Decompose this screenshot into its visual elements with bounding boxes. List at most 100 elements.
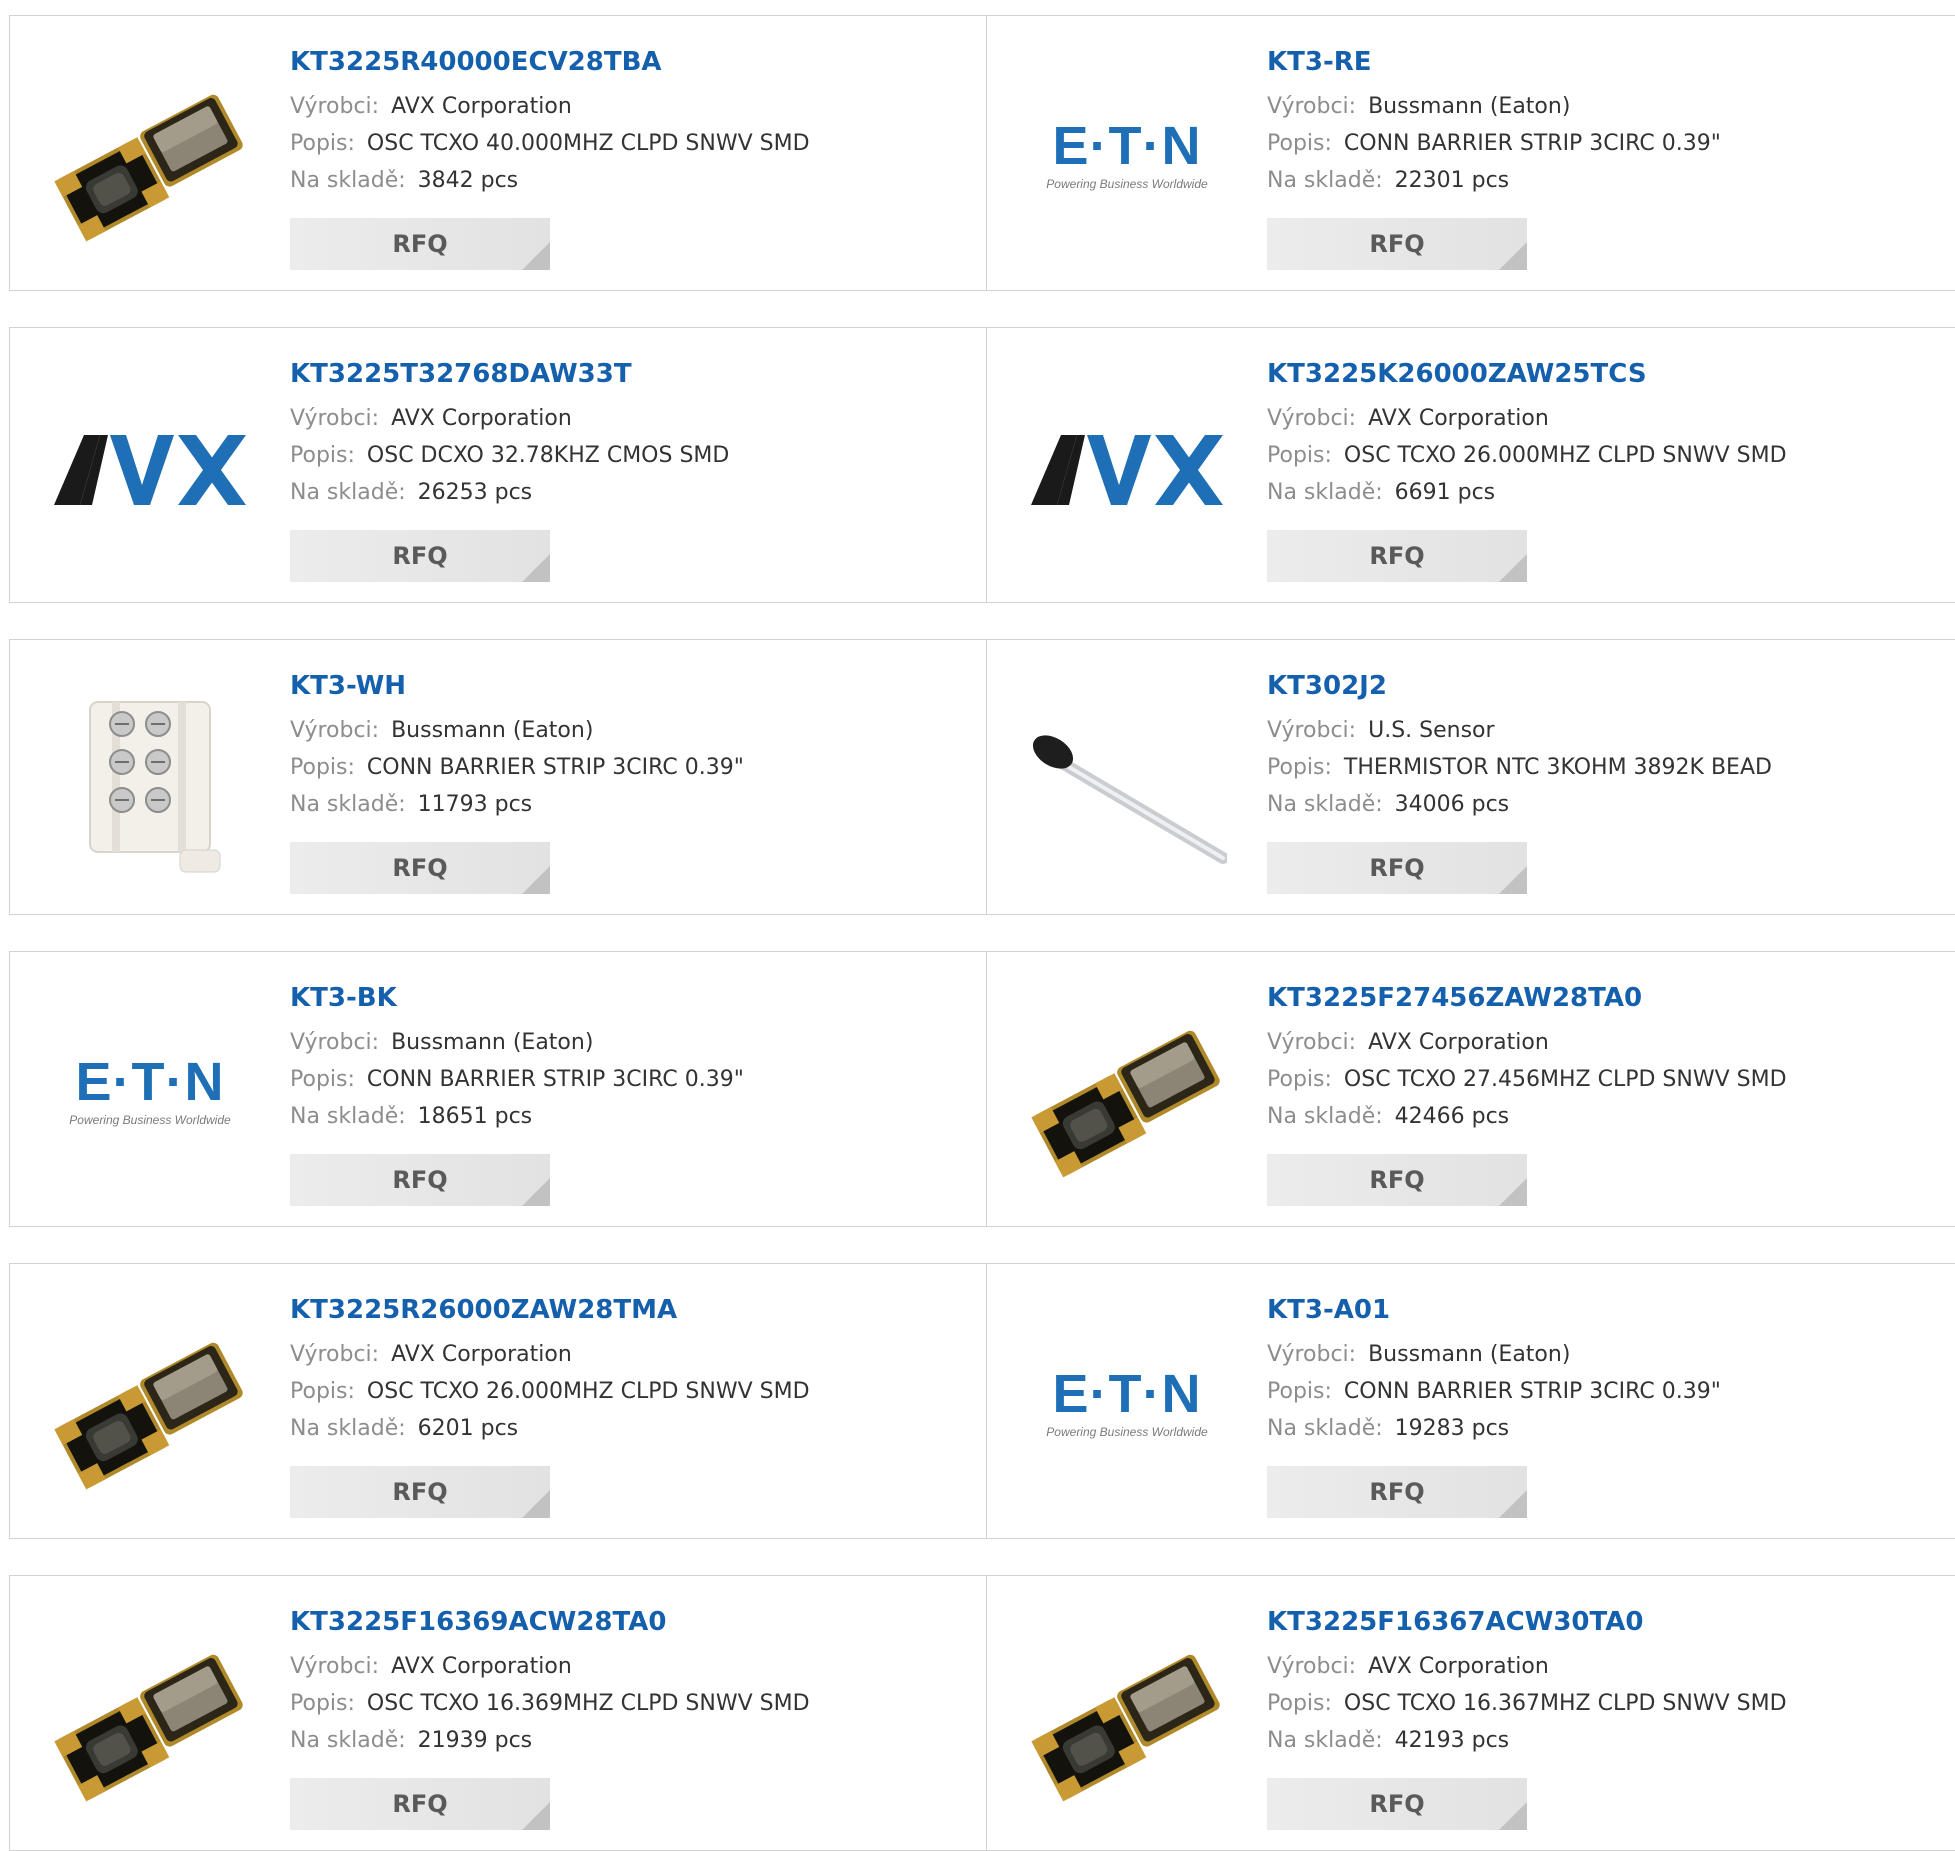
product-info: KT3225F16369ACW28TA0 Výrobci: AVX Corpora… xyxy=(290,1604,976,1759)
manufacturer-label: Výrobci: xyxy=(290,1654,380,1679)
part-number-link[interactable]: KT3-A01 xyxy=(1267,1292,1945,1328)
smd-oscillator-icon[interactable] xyxy=(1027,994,1227,1194)
rfq-button[interactable]: RFQ xyxy=(1267,530,1527,582)
part-number-link[interactable]: KT3225R40000ECV28TBA xyxy=(290,44,976,80)
rfq-button[interactable]: RFQ xyxy=(290,530,550,582)
stock-value: 11793 pcs xyxy=(417,792,533,817)
stock-row: Na skladě: 21939 pcs xyxy=(290,1722,976,1759)
svg-text:Powering Business Worldwide: Powering Business Worldwide xyxy=(69,1113,231,1127)
stock-row: Na skladě: 3842 pcs xyxy=(290,162,976,199)
description-row: Popis: OSC TCXO 40.000MHZ CLPD SNWV SMD xyxy=(290,125,976,162)
avx-logo-icon[interactable] xyxy=(1027,370,1227,570)
stock-label: Na skladě: xyxy=(1267,792,1383,817)
part-number-link[interactable]: KT3-RE xyxy=(1267,44,1945,80)
manufacturer-label: Výrobci: xyxy=(290,718,380,743)
stock-value: 6691 pcs xyxy=(1394,480,1496,505)
rfq-corner-decoration xyxy=(1499,242,1527,270)
rfq-button[interactable]: RFQ xyxy=(290,218,550,270)
product-card: KT3225R26000ZAW28TMA Výrobci: AVX Corpora… xyxy=(9,1263,987,1539)
rfq-corner-decoration xyxy=(522,866,550,894)
part-number-link[interactable]: KT3225T32768DAW33T xyxy=(290,356,976,392)
manufacturer-value: AVX Corporation xyxy=(391,1342,572,1367)
manufacturer-label: Výrobci: xyxy=(290,94,380,119)
product-info: KT3225R40000ECV28TBA Výrobci: AVX Corpora… xyxy=(290,44,976,199)
manufacturer-row: Výrobci: AVX Corporation xyxy=(1267,1648,1945,1685)
product-card: E·T·N Powering Business Worldwide KT3-A01… xyxy=(987,1263,1955,1539)
stock-value: 34006 pcs xyxy=(1394,792,1510,817)
rfq-button[interactable]: RFQ xyxy=(1267,842,1527,894)
product-card: KT3225F16369ACW28TA0 Výrobci: AVX Corpora… xyxy=(9,1575,987,1851)
description-row: Popis: OSC DCXO 32.78KHZ CMOS SMD xyxy=(290,437,976,474)
product-info: KT3-BK Výrobci: Bussmann (Eaton) Popis: CO… xyxy=(290,980,976,1135)
rfq-button[interactable]: RFQ xyxy=(1267,1466,1527,1518)
eaton-logo-icon[interactable]: E·T·N Powering Business Worldwide xyxy=(1027,1306,1227,1506)
rfq-button[interactable]: RFQ xyxy=(290,1778,550,1830)
rfq-button[interactable]: RFQ xyxy=(290,842,550,894)
avx-logo-icon[interactable] xyxy=(50,370,250,570)
stock-label: Na skladě: xyxy=(1267,1728,1383,1753)
product-card: KT3225K26000ZAW25TCS Výrobci: AVX Corpora… xyxy=(987,327,1955,603)
eaton-logo-icon[interactable]: E·T·N Powering Business Worldwide xyxy=(1027,58,1227,258)
stock-label: Na skladě: xyxy=(290,1416,406,1441)
manufacturer-row: Výrobci: AVX Corporation xyxy=(290,400,976,437)
svg-text:E·T·N: E·T·N xyxy=(1053,118,1202,176)
rfq-button[interactable]: RFQ xyxy=(290,1466,550,1518)
manufacturer-row: Výrobci: AVX Corporation xyxy=(290,1336,976,1373)
rfq-button[interactable]: RFQ xyxy=(1267,1154,1527,1206)
rfq-button[interactable]: RFQ xyxy=(1267,218,1527,270)
rfq-label: RFQ xyxy=(392,230,448,258)
part-number-link[interactable]: KT3-WH xyxy=(290,668,976,704)
product-info: KT302J2 Výrobci: U.S. Sensor Popis: THERMI… xyxy=(1267,668,1945,823)
product-card: KT3-WH Výrobci: Bussmann (Eaton) Popis: CO… xyxy=(9,639,987,915)
description-row: Popis: OSC TCXO 16.369MHZ CLPD SNWV SMD xyxy=(290,1685,976,1722)
rfq-label: RFQ xyxy=(1369,1790,1425,1818)
rfq-label: RFQ xyxy=(392,1790,448,1818)
rfq-label: RFQ xyxy=(1369,1166,1425,1194)
rfq-label: RFQ xyxy=(392,854,448,882)
rfq-corner-decoration xyxy=(522,1178,550,1206)
part-number-link[interactable]: KT3-BK xyxy=(290,980,976,1016)
product-card: KT3225T32768DAW33T Výrobci: AVX Corporati… xyxy=(9,327,987,603)
part-number-link[interactable]: KT3225F16369ACW28TA0 xyxy=(290,1604,976,1640)
rfq-button[interactable]: RFQ xyxy=(290,1154,550,1206)
product-info: KT3225K26000ZAW25TCS Výrobci: AVX Corpora… xyxy=(1267,356,1945,511)
smd-oscillator-icon[interactable] xyxy=(50,1618,250,1818)
description-label: Popis: xyxy=(1267,1379,1332,1404)
rfq-label: RFQ xyxy=(1369,542,1425,570)
stock-value: 6201 pcs xyxy=(417,1416,519,1441)
manufacturer-value: Bussmann (Eaton) xyxy=(1368,1342,1571,1367)
thermistor-icon[interactable] xyxy=(1027,682,1227,882)
eaton-logo-icon[interactable]: E·T·N Powering Business Worldwide xyxy=(50,994,250,1194)
description-value: CONN BARRIER STRIP 3CIRC 0.39" xyxy=(366,755,744,780)
description-value: OSC DCXO 32.78KHZ CMOS SMD xyxy=(366,443,730,468)
part-number-link[interactable]: KT302J2 xyxy=(1267,668,1945,704)
manufacturer-value: AVX Corporation xyxy=(1368,1030,1549,1055)
rfq-button[interactable]: RFQ xyxy=(1267,1778,1527,1830)
part-number-link[interactable]: KT3225F16367ACW30TA0 xyxy=(1267,1604,1945,1640)
manufacturer-row: Výrobci: Bussmann (Eaton) xyxy=(1267,88,1945,125)
manufacturer-row: Výrobci: AVX Corporation xyxy=(290,1648,976,1685)
description-value: THERMISTOR NTC 3KOHM 3892K BEAD xyxy=(1343,755,1772,780)
barrier-strip-icon[interactable] xyxy=(50,682,250,882)
rfq-corner-decoration xyxy=(522,242,550,270)
description-label: Popis: xyxy=(1267,1067,1332,1092)
svg-text:E·T·N: E·T·N xyxy=(1053,1366,1202,1424)
part-number-link[interactable]: KT3225K26000ZAW25TCS xyxy=(1267,356,1945,392)
rfq-label: RFQ xyxy=(392,1166,448,1194)
description-label: Popis: xyxy=(1267,1691,1332,1716)
product-info: KT3225F16367ACW30TA0 Výrobci: AVX Corpora… xyxy=(1267,1604,1945,1759)
svg-text:E·T·N: E·T·N xyxy=(76,1054,225,1112)
stock-row: Na skladě: 42193 pcs xyxy=(1267,1722,1945,1759)
stock-label: Na skladě: xyxy=(290,480,406,505)
smd-oscillator-icon[interactable] xyxy=(1027,1618,1227,1818)
product-card: KT3225R40000ECV28TBA Výrobci: AVX Corpora… xyxy=(9,15,987,291)
stock-value: 42193 pcs xyxy=(1394,1728,1510,1753)
stock-row: Na skladě: 42466 pcs xyxy=(1267,1098,1945,1135)
part-number-link[interactable]: KT3225F27456ZAW28TA0 xyxy=(1267,980,1945,1016)
manufacturer-label: Výrobci: xyxy=(1267,94,1357,119)
stock-value: 22301 pcs xyxy=(1394,168,1510,193)
part-number-link[interactable]: KT3225R26000ZAW28TMA xyxy=(290,1292,976,1328)
smd-oscillator-icon[interactable] xyxy=(50,58,250,258)
smd-oscillator-icon[interactable] xyxy=(50,1306,250,1506)
description-label: Popis: xyxy=(290,1691,355,1716)
